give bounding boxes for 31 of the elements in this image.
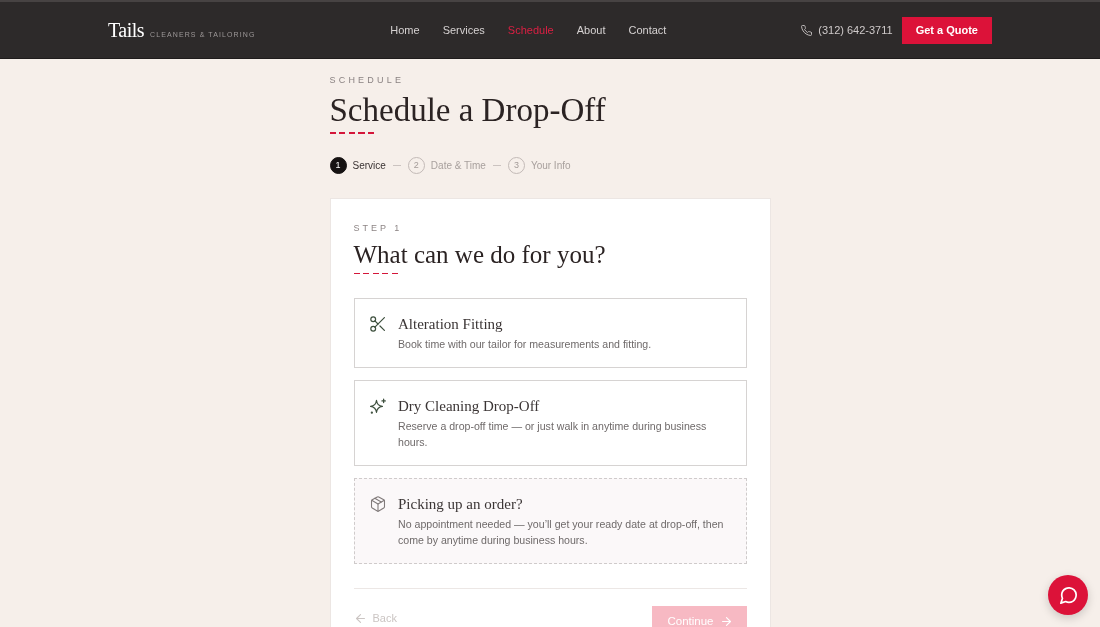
step-number: 1 <box>329 156 347 174</box>
option-description: Reserve a drop-off time — or just walk in anytime during business hours. <box>398 419 708 450</box>
chat-button[interactable] <box>1048 575 1088 615</box>
scissors-icon <box>370 316 386 332</box>
option-description: Book time with our tailor for measurements and fitting. <box>398 337 652 352</box>
phone-icon <box>801 24 813 36</box>
chat-bubble-icon <box>1059 586 1077 604</box>
arrow-left-icon <box>355 613 365 623</box>
phone-number: (312) 642-3711 <box>818 24 893 36</box>
nav-link[interactable]: Home <box>390 24 420 36</box>
step-label: Your Info <box>530 159 571 171</box>
logo-wordmark[interactable]: Tails <box>108 18 145 42</box>
option-title: Alteration Fitting <box>398 315 504 334</box>
service-option[interactable]: Dry Cleaning Drop-Off Reserve a drop-off time — or just walk in anytime during business hours. <box>353 380 747 466</box>
page-title: Schedule a Drop-Off <box>329 91 607 129</box>
sparkle-icon <box>370 398 386 414</box>
option-description: No appointment needed — you’ll get your ready date at drop-off, then come by anytime during business hours. <box>398 517 725 548</box>
nav-link[interactable]: Contact <box>628 24 667 36</box>
service-option[interactable]: Alteration Fitting Book time with our tailor for measurements and fitting. <box>353 298 747 368</box>
option-title: Picking up an order? <box>398 495 524 514</box>
step-eyebrow: STEP 1 <box>353 221 404 234</box>
get-quote-button[interactable]: Get a Quote <box>901 16 992 44</box>
box-icon <box>370 496 386 512</box>
step-label: Service <box>352 159 386 171</box>
arrow-right-icon <box>721 617 731 626</box>
card-heading: What can we do for you? <box>353 239 607 270</box>
step-label: Date & Time <box>430 159 486 171</box>
nav-link[interactable]: Services <box>442 24 485 36</box>
nav-link[interactable]: About <box>576 24 606 36</box>
page-eyebrow: SCHEDULE <box>329 74 406 86</box>
option-title: Dry Cleaning Drop-Off <box>398 397 541 416</box>
